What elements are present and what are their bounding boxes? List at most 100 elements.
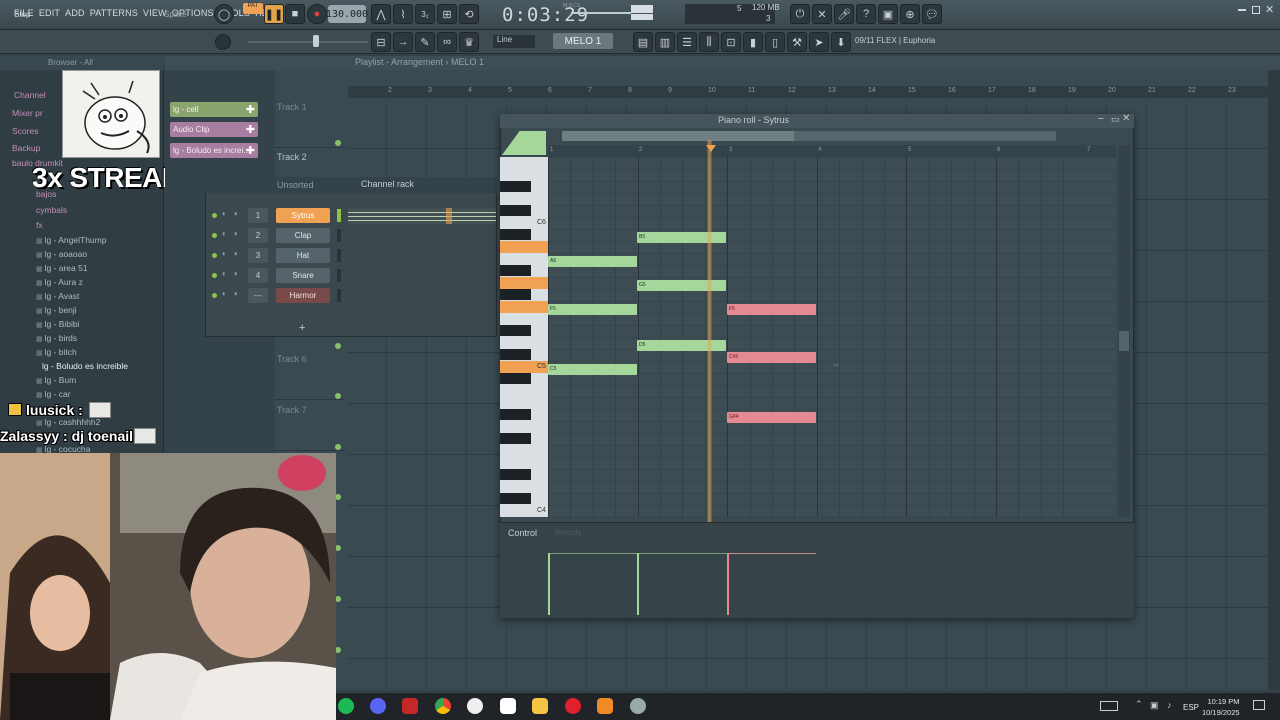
menu-edit[interactable]: EDIT <box>39 8 60 18</box>
chrome-icon[interactable] <box>435 698 451 714</box>
link-icon[interactable]: ∞ <box>437 32 457 52</box>
channel-button[interactable]: Snare <box>276 268 330 283</box>
piano-roll-note[interactable]: B5 <box>637 232 726 243</box>
piano-black-key[interactable] <box>500 493 531 504</box>
chat-icon[interactable]: 💬︎ <box>922 4 942 24</box>
piano-roll-scrollbar[interactable] <box>1118 145 1130 517</box>
add-icon[interactable]: ✚ <box>246 103 255 116</box>
playlist-pattern[interactable]: MELO 1 <box>451 57 484 67</box>
metronome-icon[interactable]: ⋀ <box>371 4 391 24</box>
piano-black-key[interactable] <box>500 409 531 420</box>
channel-mixer-track[interactable]: 3 <box>248 248 268 263</box>
channel-button[interactable]: Clap <box>276 228 330 243</box>
notification-icon[interactable] <box>1253 700 1265 710</box>
pat-song-toggle[interactable]: PAT <box>243 3 263 14</box>
piano-black-key[interactable] <box>500 325 531 336</box>
menu-add[interactable]: ADD <box>65 8 85 18</box>
wait-input-icon[interactable]: ⌇ <box>393 4 413 24</box>
channel-mixer-track[interactable]: 4 <box>248 268 268 283</box>
channel-led[interactable] <box>212 253 217 258</box>
playlist-ruler[interactable] <box>348 86 1268 98</box>
clip-item[interactable]: lg - Boludo es increi... ✚ <box>170 143 258 158</box>
save-icon[interactable]: ▣ <box>878 4 898 24</box>
browser-item[interactable]: Mixer pr <box>12 108 43 118</box>
snap-selector[interactable]: Line <box>493 35 535 48</box>
spotify-icon[interactable] <box>338 698 354 714</box>
channel-volume-knob-icon[interactable]: ◐ <box>234 269 239 278</box>
download-icon[interactable]: ⬇ <box>831 32 851 52</box>
stamp-icon[interactable]: ♛ <box>459 32 479 52</box>
piano-key-highlighted[interactable] <box>500 301 548 313</box>
tray-chevron-icon[interactable]: ⌃ <box>1135 699 1143 710</box>
microphone-icon[interactable]: 🎤︎ <box>834 4 854 24</box>
add-icon[interactable]: ✚ <box>246 144 255 157</box>
channel-pan-knob-icon[interactable]: ◐ <box>222 229 227 238</box>
channel-button[interactable]: Harmor <box>276 288 330 303</box>
network-icon[interactable]: ▣ <box>1150 700 1159 711</box>
master-pitch-slider[interactable] <box>248 41 368 43</box>
master-pitch-handle[interactable] <box>313 35 319 47</box>
piano-black-key[interactable] <box>500 181 531 192</box>
browser-item[interactable]: lg - Avast <box>36 291 80 301</box>
channel-button[interactable]: Sytrus <box>276 208 330 223</box>
keyboard-tray-icon[interactable] <box>1100 701 1118 711</box>
piano-roll-note[interactable]: F5 <box>727 304 816 315</box>
control-label[interactable]: Control <box>508 528 537 538</box>
plugin-icon[interactable]: ⊕ <box>900 4 920 24</box>
minimize-icon[interactable]: – <box>1098 113 1104 124</box>
browser-icon[interactable]: ⊡ <box>721 32 741 52</box>
channel-select-indicator[interactable] <box>337 249 341 262</box>
menu-patterns[interactable]: PATTERNS <box>90 8 138 18</box>
piano-black-key[interactable] <box>500 349 531 360</box>
discord-icon[interactable] <box>370 698 386 714</box>
channel-volume-knob-icon[interactable]: ◐ <box>234 249 239 258</box>
channel-volume-knob-icon[interactable]: ◐ <box>234 209 239 218</box>
obs-icon[interactable] <box>467 698 483 714</box>
language-indicator[interactable]: ESP <box>1183 703 1199 712</box>
arrow-icon[interactable]: → <box>393 32 413 52</box>
fl-studio-icon[interactable] <box>597 698 613 714</box>
browser-item[interactable]: lg - AngelThump <box>36 235 107 245</box>
piano-roll-note[interactable]: A5 <box>548 256 637 267</box>
file-explorer-icon[interactable] <box>532 698 548 714</box>
playlist-scrollbar[interactable] <box>1268 70 1280 690</box>
channel-led[interactable] <box>212 233 217 238</box>
velocity-bar[interactable] <box>637 553 639 615</box>
channel-pan-knob-icon[interactable]: ◐ <box>222 289 227 298</box>
loop-record-icon[interactable]: ⟲ <box>459 4 479 24</box>
piano-black-key[interactable] <box>500 433 531 444</box>
channel-mixer-track[interactable]: --- <box>248 288 268 303</box>
piano-black-key[interactable] <box>500 205 531 216</box>
channel-pan-knob-icon[interactable]: ◐ <box>222 269 227 278</box>
tempo-tap-icon[interactable]: ➤ <box>809 32 829 52</box>
channel-led[interactable] <box>212 273 217 278</box>
channel-pan-knob-icon[interactable]: ◐ <box>222 209 227 218</box>
channel-select-indicator[interactable] <box>337 209 341 222</box>
track-mute-led[interactable] <box>335 393 341 399</box>
browser-item[interactable]: lg - Aura z <box>36 277 83 287</box>
channel-select-indicator[interactable] <box>337 229 341 242</box>
channel-volume-knob-icon[interactable]: ◐ <box>234 229 239 238</box>
piano-roll-overview[interactable] <box>562 131 1056 141</box>
app-icon[interactable] <box>630 698 646 714</box>
browser-item[interactable]: lg - car <box>36 389 71 399</box>
piano-roll-ruler[interactable] <box>548 145 1116 157</box>
track-header[interactable]: Track 6 <box>275 350 345 400</box>
panic-icon[interactable]: ⏻ <box>790 4 810 24</box>
piano-black-key[interactable] <box>500 373 531 384</box>
master-volume-knob[interactable] <box>215 34 231 50</box>
browser-item[interactable]: Channel <box>14 90 46 100</box>
browser-item[interactable]: lg - aoaoao <box>36 249 88 259</box>
countdown-icon[interactable]: 3₂ <box>415 4 435 24</box>
browser-item[interactable]: lg - cashhhhh2 <box>36 417 101 427</box>
pencil-icon[interactable]: ✎ <box>415 32 435 52</box>
plugin-picker-icon[interactable]: ▮ <box>743 32 763 52</box>
browser-item[interactable]: lg - Bum <box>36 375 77 385</box>
news-ticker[interactable]: 09/11 FLEX | Euphoria <box>855 36 935 45</box>
playlist-icon[interactable]: ▤ <box>633 32 653 52</box>
piano-roll-note[interactable]: G5 <box>637 280 726 291</box>
control-param[interactable]: Velocity <box>554 528 582 537</box>
opera-icon[interactable] <box>565 698 581 714</box>
piano-roll-note[interactable]: G#4 <box>727 412 816 423</box>
maximize-icon[interactable] <box>1252 6 1260 14</box>
